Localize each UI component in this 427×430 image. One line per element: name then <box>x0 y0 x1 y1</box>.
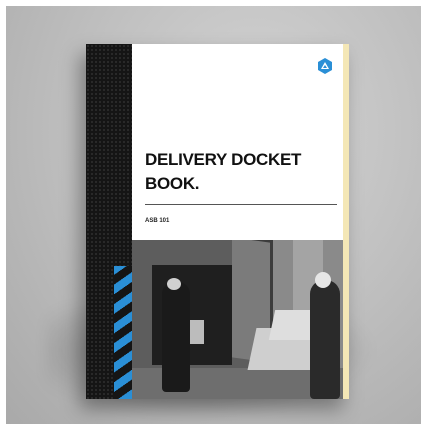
photo-person-right-cap <box>315 272 331 288</box>
docket-book: DELIVERY DOCKET BOOK. ASB 101 <box>86 44 349 399</box>
cover-divider <box>145 204 337 205</box>
page-edge <box>343 44 349 399</box>
photo-person-left <box>162 282 190 392</box>
photo-person-left-head <box>167 278 181 290</box>
product-scene: DELIVERY DOCKET BOOK. ASB 101 <box>6 6 421 424</box>
product-code: ASB 101 <box>145 218 170 224</box>
spine-stripes <box>114 266 132 399</box>
cover-title-line1: DELIVERY DOCKET <box>145 150 302 169</box>
cover-title: DELIVERY DOCKET BOOK. <box>145 148 340 196</box>
photo-person-right <box>310 280 340 399</box>
cover-photo <box>132 240 343 399</box>
brand-logo-icon <box>318 58 332 74</box>
book-cover: DELIVERY DOCKET BOOK. ASB 101 <box>132 44 343 399</box>
book-spine <box>86 44 132 399</box>
cover-title-line2: BOOK. <box>145 174 200 193</box>
